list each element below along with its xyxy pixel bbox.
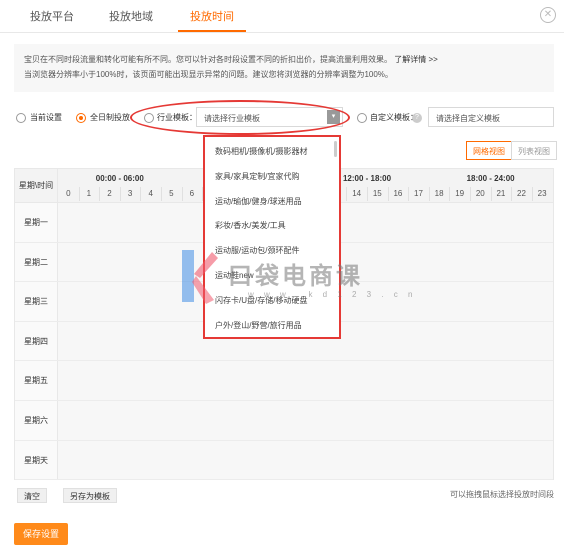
day-label[interactable]: 星期五 (15, 361, 58, 400)
hour-label[interactable]: 4 (140, 189, 161, 198)
hour-divider (387, 187, 389, 201)
hour-label[interactable]: 19 (449, 189, 470, 198)
day-label[interactable]: 星期六 (15, 401, 58, 440)
dropdown-option[interactable]: 运动/瑜伽/健身/球迷用品 (215, 196, 302, 207)
hour-divider (511, 187, 513, 201)
hour-label[interactable]: 14 (346, 189, 367, 198)
day-label[interactable]: 星期三 (15, 282, 58, 321)
industry-template-select[interactable]: 请选择行业模板 ▾ (196, 107, 343, 127)
radio-industry-template[interactable] (144, 113, 154, 123)
hour-label[interactable]: 20 (470, 189, 491, 198)
day-label[interactable]: 星期一 (15, 203, 58, 242)
hour-label[interactable]: 1 (79, 189, 100, 198)
hour-label[interactable]: 2 (99, 189, 120, 198)
day-row[interactable]: 星期六 (15, 401, 553, 441)
hour-divider (346, 187, 348, 201)
industry-template-placeholder: 请选择行业模板 (204, 114, 260, 123)
day-row[interactable]: 星期天 (15, 440, 553, 481)
dropdown-scrollbar[interactable] (334, 141, 337, 157)
custom-template-label: 自定义模板： (370, 113, 418, 122)
hour-label[interactable]: 0 (58, 189, 79, 198)
hour-divider (119, 187, 121, 201)
hour-label[interactable]: 23 (532, 189, 553, 198)
dropdown-option[interactable]: 数码相机/摄像机/摄影器材 (215, 146, 307, 157)
radio-current-label: 当前设置 (30, 113, 62, 122)
hour-label[interactable]: 16 (388, 189, 409, 198)
hour-divider (181, 187, 183, 201)
save-settings-button[interactable]: 保存设置 (14, 523, 68, 545)
dropdown-option[interactable]: 家具/家具定制/宜家代购 (215, 171, 299, 182)
custom-template-placeholder: 请选择自定义模板 (436, 114, 500, 123)
dropdown-option[interactable]: 户外/登山/野营/旅行用品 (215, 320, 302, 331)
time-range-label: 18:00 - 24:00 (466, 174, 515, 183)
notice-text: 宝贝在不同时段流量和转化可能有所不同。您可以针对各时段设置不同的折扣出价，提高流… (24, 55, 392, 64)
day-label[interactable]: 星期天 (15, 440, 58, 480)
radio-allday[interactable] (76, 113, 86, 123)
hour-divider (428, 187, 430, 201)
dropdown-option[interactable]: 运动鞋new (215, 270, 254, 281)
close-icon[interactable]: ✕ (540, 7, 556, 23)
hour-divider (140, 187, 142, 201)
day-label[interactable]: 星期四 (15, 321, 58, 361)
notice-box: 宝贝在不同时段流量和转化可能有所不同。您可以针对各时段设置不同的折扣出价，提高流… (14, 44, 554, 92)
learn-more-link[interactable]: 了解详情 >> (394, 55, 438, 64)
hour-divider (490, 187, 492, 201)
dropdown-option[interactable]: 运动服/运动包/颈环配件 (215, 245, 299, 256)
save-as-template-button[interactable]: 另存为模板 (63, 488, 117, 503)
radio-custom-template[interactable] (357, 113, 367, 123)
industry-template-dropdown[interactable]: 数码相机/摄像机/摄影器材 家具/家具定制/宜家代购 运动/瑜伽/健身/球迷用品 彩妆… (203, 135, 341, 339)
radio-allday-label: 全日制投放 (90, 113, 130, 122)
notice-resolution-text: 当浏览器分辨率小于100%时，该页面可能出现显示异常的问题。建议您将浏览器的分辨… (24, 70, 393, 79)
hour-divider (78, 187, 80, 201)
hour-divider (470, 187, 471, 201)
radio-current[interactable] (16, 113, 26, 123)
hour-divider (99, 187, 101, 201)
day-label[interactable]: 星期二 (15, 242, 58, 282)
drag-hint-text: 可以拖拽鼠标选择投放时间段 (450, 490, 554, 499)
hour-divider (161, 187, 162, 201)
dropdown-option[interactable]: 彩妆/香水/美发/工具 (215, 220, 286, 231)
hour-label[interactable]: 18 (429, 189, 450, 198)
hour-label[interactable]: 5 (161, 189, 182, 198)
hour-label[interactable]: 17 (408, 189, 429, 198)
active-tab-indicator (178, 30, 246, 32)
hour-label[interactable]: 3 (120, 189, 141, 198)
dropdown-option[interactable]: 闪存卡/U盘/存储/移动硬盘 (215, 295, 307, 306)
grid-view-button[interactable]: 网格视图 (466, 141, 512, 160)
day-row[interactable]: 星期五 (15, 361, 553, 401)
grid-corner-label: 星期\时间 (15, 169, 58, 203)
hour-label[interactable]: 22 (511, 189, 532, 198)
hour-label[interactable]: 21 (491, 189, 512, 198)
schedule-mode-row: 当前设置 全日制投放 行业模板： 请选择行业模板 ▾ 自定义模板： ? 请选择自… (0, 106, 564, 130)
tab-platform[interactable]: 投放平台 (30, 8, 74, 24)
tab-bar: 投放平台 投放地域 投放时间 (0, 0, 564, 33)
list-view-button[interactable]: 列表视图 (511, 141, 557, 160)
tab-time[interactable]: 投放时间 (190, 8, 234, 24)
tab-region[interactable]: 投放地域 (109, 8, 153, 24)
hour-label[interactable]: 6 (182, 189, 203, 198)
hour-label[interactable]: 15 (367, 189, 388, 198)
chevron-down-icon[interactable]: ▾ (327, 110, 340, 124)
time-range-label: 00:00 - 06:00 (95, 174, 144, 183)
hour-divider (408, 187, 410, 201)
hour-divider (449, 187, 451, 201)
hour-divider (531, 187, 533, 201)
hour-divider (367, 187, 368, 201)
help-icon[interactable]: ? (412, 113, 422, 123)
clear-button[interactable]: 清空 (17, 488, 47, 503)
industry-template-label: 行业模板： (157, 113, 197, 122)
custom-template-select[interactable]: 请选择自定义模板 (428, 107, 554, 127)
